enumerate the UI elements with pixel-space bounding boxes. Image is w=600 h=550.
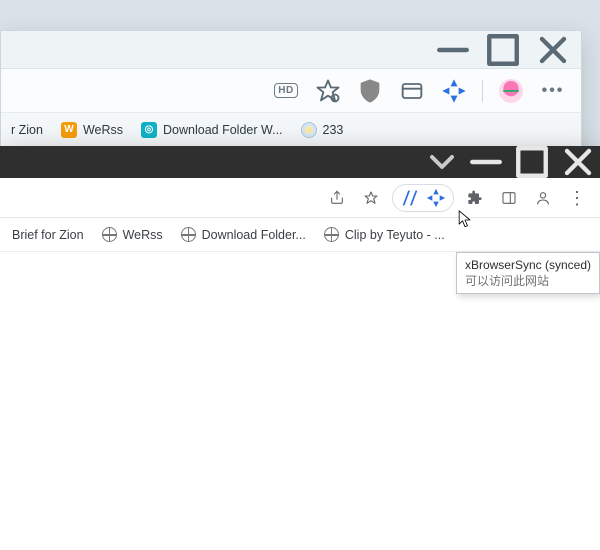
bookmark-label: WeRss [83,123,123,137]
window-titlebar [0,146,600,178]
bookmarks-bar: Brief for Zion WeRss Download Folder... … [0,218,600,252]
favorites-icon[interactable] [314,77,342,105]
globe-icon [181,227,196,242]
extension-tooltip: xBrowserSync (synced) 可以访问此网站 [456,252,600,294]
profile-icon[interactable] [530,185,556,211]
extensions-puzzle-icon[interactable] [462,185,488,211]
toolbar: ⋮ [0,178,600,218]
xbrowsersync-extension-icon[interactable] [425,187,447,209]
bookmark-item[interactable]: Download Folder... [181,227,306,242]
kebab-menu-icon[interactable]: ⋮ [564,185,590,211]
maximize-button[interactable] [510,146,554,178]
bookmark-label: Download Folder W... [163,123,283,137]
library-icon[interactable] [398,77,426,105]
favicon-icon: W [61,122,77,138]
bookmark-item[interactable]: r Zion [11,123,43,137]
profile-avatar-icon[interactable] [497,77,525,105]
close-button[interactable] [556,146,600,178]
globe-icon [102,227,117,242]
bookmark-label: WeRss [123,228,163,242]
toolbar: HD ••• [1,69,581,113]
toolbar-divider [482,80,483,102]
anthropic-extension-icon[interactable] [399,187,421,209]
window-titlebar [1,31,581,69]
side-panel-icon[interactable] [496,185,522,211]
close-button[interactable] [531,35,575,65]
bookmark-label: Brief for Zion [12,228,84,242]
tab-dropdown-icon[interactable] [422,146,462,178]
bookmark-label: Clip by Teyuto - ... [345,228,445,242]
bookmark-label: 233 [323,123,344,137]
minimize-button[interactable] [431,35,475,65]
favicon-icon [301,122,317,138]
minimize-button[interactable] [464,146,508,178]
extension-pill [392,184,454,212]
maximize-button[interactable] [481,35,525,65]
bookmark-label: Download Folder... [202,228,306,242]
foreground-browser-window: ⋮ Brief for Zion WeRss Download Folder..… [0,146,600,550]
globe-icon [324,227,339,242]
bookmark-item[interactable]: 233 [301,122,344,138]
hd-badge-icon[interactable]: HD [272,77,300,105]
shield-icon[interactable] [356,77,384,105]
bookmark-item[interactable]: ◎ Download Folder W... [141,122,283,138]
favicon-icon: ◎ [141,122,157,138]
share-icon[interactable] [324,185,350,211]
bookmark-item[interactable]: Brief for Zion [12,228,84,242]
xbrowsersync-extension-icon[interactable] [440,77,468,105]
bookmark-item[interactable]: W WeRss [61,122,123,138]
bookmark-star-icon[interactable] [358,185,384,211]
more-menu-icon[interactable]: ••• [539,77,567,105]
page-content: xBrowserSync (synced) 可以访问此网站 [0,252,600,550]
bookmark-item[interactable]: WeRss [102,227,163,242]
bookmark-item[interactable]: Clip by Teyuto - ... [324,227,445,242]
bookmark-label: r Zion [11,123,43,137]
tooltip-title: xBrowserSync (synced) [465,257,591,273]
tooltip-subtitle: 可以访问此网站 [465,273,591,289]
